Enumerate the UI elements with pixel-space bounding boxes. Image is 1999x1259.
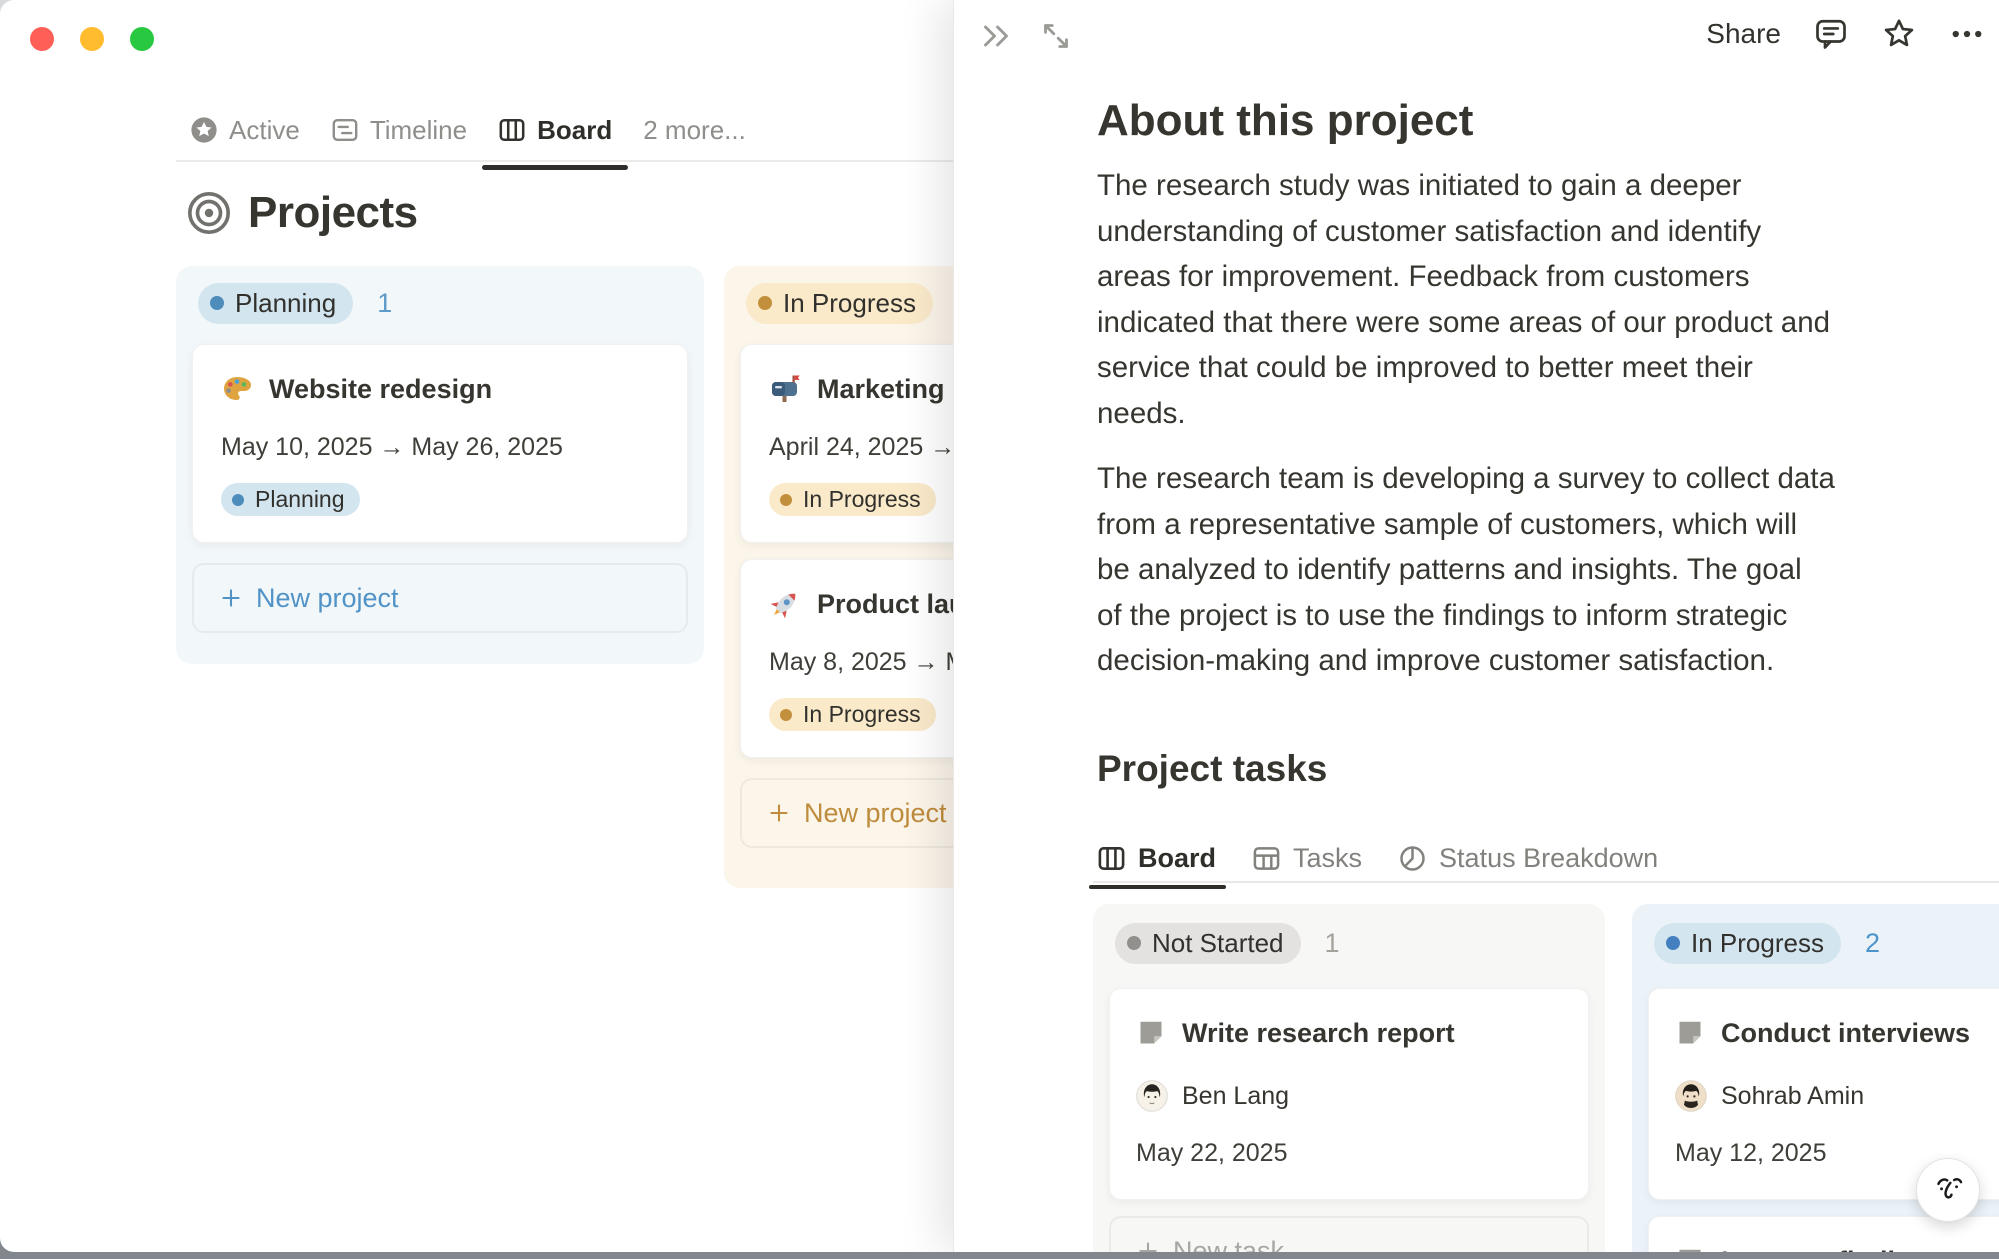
status-dot [780,494,792,506]
card-title: Website redesign [269,374,492,405]
rocket-icon [769,588,801,620]
table-icon [1252,844,1281,873]
side-peek-panel: Share About this project The research st… [953,0,1999,1252]
new-project-button[interactable]: New project [192,563,688,633]
tabs-divider [176,160,953,162]
project-card-website-redesign[interactable]: Website redesign May 10, 2025 → May 26, … [192,344,688,543]
about-paragraph-1: The research study was initiated to gain… [1097,163,1897,436]
share-button[interactable]: Share [1706,18,1781,50]
status-dot [1127,936,1141,950]
timeline-icon [331,116,359,144]
new-task-button[interactable]: New task [1109,1216,1589,1252]
view-tab-label: Board [537,115,612,146]
status-dot [758,296,772,310]
assignee-name: Sohrab Amin [1721,1082,1864,1111]
card-status-tag: Planning [221,483,360,516]
view-tab-timeline[interactable]: Timeline [331,115,467,146]
card-title: Marketing c [817,374,967,405]
database-title-row: Projects [186,188,418,238]
column-header: In Progress 2 [1648,924,1999,962]
board-icon [1097,844,1126,873]
notion-window: Active Timeline Board 2 more... Projects [0,0,1999,1252]
card-title: Write research report [1182,1018,1455,1049]
target-icon [186,190,232,236]
column-count: 2 [1865,928,1880,959]
page-icon [1675,1246,1705,1252]
card-status-tag: In Progress [769,698,936,731]
window-controls [30,27,154,51]
board-column-planning: Planning 1 Website redesign May 10, 2025… [176,266,704,664]
close-peek-chevrons-icon[interactable] [978,18,1014,54]
pie-chart-icon [1398,844,1427,873]
page-icon [1675,1018,1705,1048]
about-paragraph-2: The research team is developing a survey… [1097,456,1897,684]
about-heading: About this project [1097,96,1897,146]
close-window-button[interactable] [30,27,54,51]
task-tabs-divider [1093,881,1999,883]
status-dot [780,709,792,721]
panel-toolbar-left [978,18,1074,54]
card-status-tag: In Progress [769,483,936,516]
plus-icon [1135,1238,1161,1252]
view-tab-active[interactable]: Active [190,115,300,146]
project-tasks-heading: Project tasks [1097,748,1897,790]
zoom-window-button[interactable] [130,27,154,51]
column-count: 1 [377,288,392,319]
ai-face-icon [1929,1171,1967,1209]
minimize-window-button[interactable] [80,27,104,51]
card-title: Conduct interviews [1721,1018,1970,1049]
card-title: Product lau [817,589,966,620]
view-tab-label: Active [229,115,300,146]
assignee-name: Ben Lang [1182,1082,1289,1111]
card-due-date: May 22, 2025 [1136,1139,1562,1169]
plus-icon [766,800,792,826]
column-status-pill[interactable]: In Progress [746,283,933,324]
column-status-pill[interactable]: Not Started [1115,923,1301,964]
view-tabs: Active Timeline Board 2 more... [190,106,746,154]
status-dot [232,494,244,506]
view-tab-label: 2 more... [643,115,746,146]
palette-icon [221,373,253,405]
notion-ai-button[interactable] [1916,1158,1980,1222]
page-title[interactable]: Projects [248,188,418,238]
favorite-star-icon[interactable] [1881,16,1917,52]
star-circle-icon [190,116,218,144]
column-header: Planning 1 [192,284,688,322]
view-tab-label: Timeline [370,115,467,146]
avatar-ben-lang [1136,1080,1168,1112]
task-view-tabs: Board Tasks Status Breakdown [1097,836,1658,880]
column-status-pill[interactable]: Planning [198,283,353,324]
more-options-icon[interactable] [1949,16,1985,52]
task-tab-board[interactable]: Board [1097,843,1216,874]
card-title: Interpret findings [1721,1246,1943,1253]
status-dot [210,296,224,310]
task-tab-status-breakdown[interactable]: Status Breakdown [1398,843,1658,874]
task-card-write-research-report[interactable]: Write research report Ben Lang May 22, 2… [1109,988,1589,1200]
task-column-not-started: Not Started 1 Write research report Ben … [1093,904,1605,1252]
page-icon [1136,1018,1166,1048]
column-header: Not Started 1 [1109,924,1589,962]
card-date-range: May 10, 2025 → May 26, 2025 [221,433,659,463]
view-tab-more[interactable]: 2 more... [643,115,746,146]
view-tab-board[interactable]: Board [498,115,612,146]
panel-toolbar-right: Share [1706,16,1985,52]
plus-icon [218,585,244,611]
column-count: 1 [1325,928,1340,959]
board-icon [498,116,526,144]
comments-icon[interactable] [1813,16,1849,52]
mailbox-icon [769,373,801,405]
avatar-sohrab-amin [1675,1080,1707,1112]
task-tab-tasks[interactable]: Tasks [1252,843,1362,874]
expand-page-icon[interactable] [1038,18,1074,54]
column-status-pill[interactable]: In Progress [1654,923,1841,964]
status-dot [1666,936,1680,950]
